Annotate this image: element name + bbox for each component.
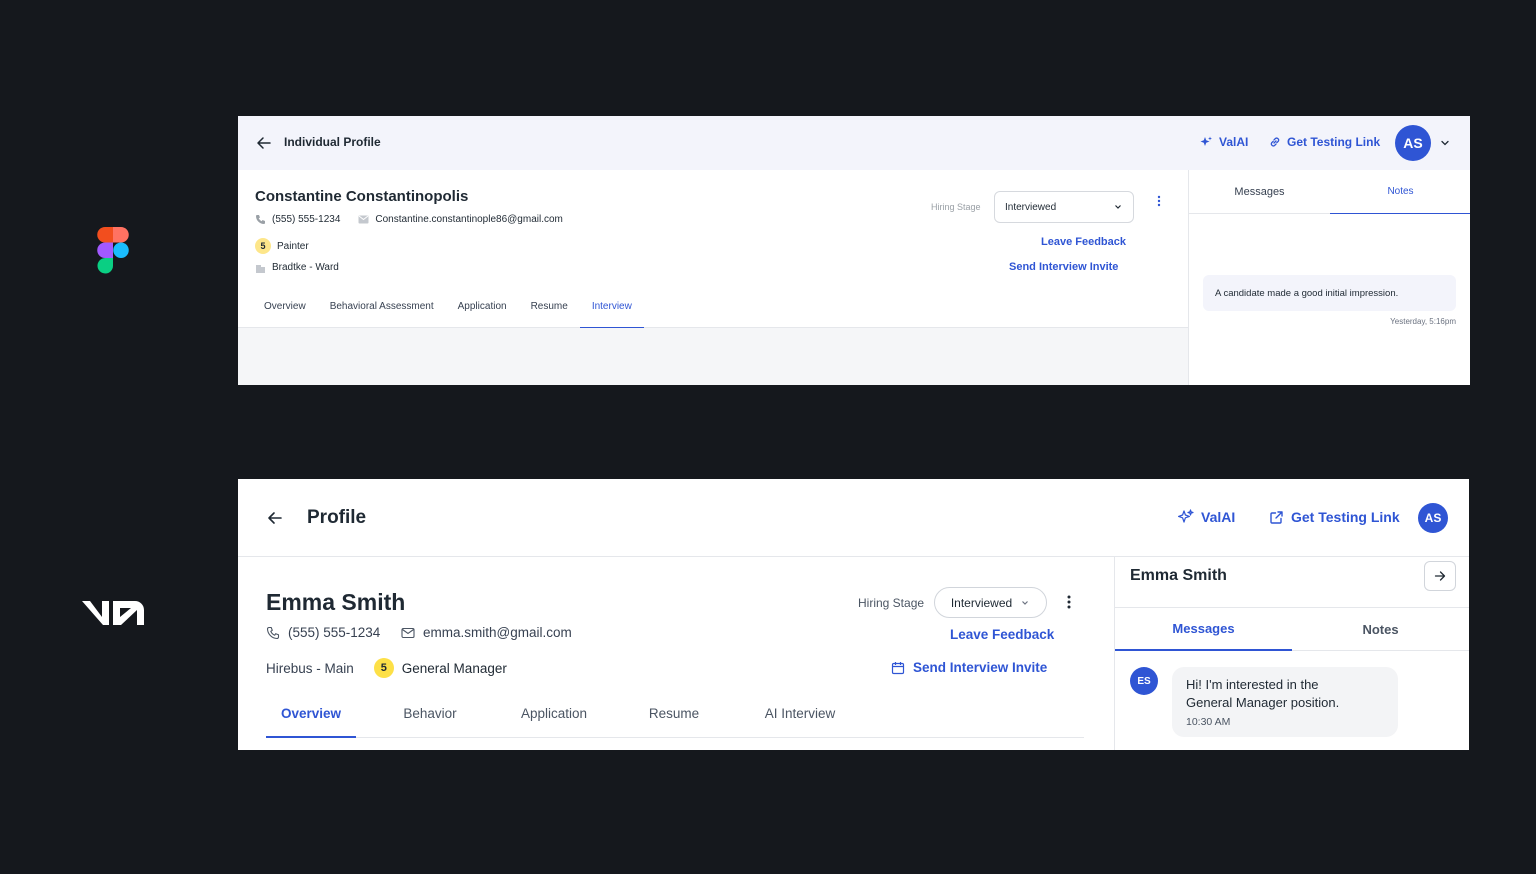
note-timestamp: Yesterday, 5:16pm	[1390, 317, 1456, 326]
phone-text: (555) 555-1234	[272, 214, 341, 225]
candidate-name: Constantine Constantinopolis	[255, 188, 469, 205]
candidate-name: Emma Smith	[266, 589, 406, 615]
tab-ai-interview[interactable]: AI Interview	[738, 698, 862, 738]
note-card: A candidate made a good initial impressi…	[1203, 275, 1456, 311]
profile-frame-v2: Profile ValAI Get Testing Link AS Emma S…	[238, 479, 1469, 750]
valai-button[interactable]: ValAI	[1178, 509, 1235, 525]
more-options-icon[interactable]	[1155, 194, 1163, 208]
side-panel: Emma Smith Messages Notes ES Hi! I'm int…	[1114, 557, 1469, 750]
email-text: Constantine.constantinople86@gmail.com	[375, 214, 563, 225]
tab-messages[interactable]: Messages	[1115, 608, 1292, 651]
tab-overview[interactable]: Overview	[252, 294, 318, 328]
score-badge: 5	[255, 238, 271, 254]
hiring-stage-value: Interviewed	[950, 595, 1013, 610]
avatar[interactable]: AS	[1418, 503, 1448, 533]
v0-logo-icon	[82, 598, 144, 628]
leave-feedback-link[interactable]: Leave Feedback	[950, 627, 1054, 642]
hiring-stage-label: Hiring Stage	[858, 596, 925, 610]
tab-interview[interactable]: Interview	[579, 294, 644, 328]
avatar[interactable]: AS	[1395, 125, 1431, 161]
sender-avatar: ES	[1130, 667, 1158, 695]
tab-behavior[interactable]: Behavior	[383, 698, 477, 738]
valai-label: ValAI	[1201, 509, 1236, 525]
sparkle-icon	[1178, 509, 1194, 525]
more-options-icon[interactable]	[1065, 594, 1073, 610]
tab-application[interactable]: Application	[446, 294, 519, 328]
mail-icon	[401, 627, 415, 639]
sparkle-icon	[1200, 136, 1213, 149]
role-text: General Manager	[401, 660, 507, 676]
role-row: 5 Painter	[255, 238, 309, 254]
chevron-down-icon	[1113, 202, 1123, 212]
get-testing-link-label: Get Testing Link	[1287, 135, 1381, 149]
phone-text: (555) 555-1234	[288, 625, 381, 640]
phone-icon	[255, 214, 266, 225]
mail-icon	[358, 215, 369, 224]
tab-overview[interactable]: Overview	[266, 698, 356, 738]
back-arrow-icon[interactable]	[255, 134, 273, 152]
phone-icon	[266, 626, 280, 640]
valai-button[interactable]: ValAI	[1200, 135, 1248, 149]
calendar-icon	[891, 661, 905, 675]
location-text: Bradtke - Ward	[272, 262, 339, 273]
side-panel: Messages Notes A candidate made a good i…	[1188, 170, 1470, 385]
leave-feedback-link[interactable]: Leave Feedback	[1041, 236, 1126, 248]
location-role-row: Hirebus - Main 5 General Manager	[266, 658, 507, 678]
message-bubble: Hi! I'm interested in the General Manage…	[1172, 667, 1398, 737]
chevron-down-icon[interactable]	[1439, 137, 1451, 149]
send-interview-invite-button[interactable]: Send Interview Invite	[891, 660, 1047, 675]
profile-frame-v1: Individual Profile ValAI Get Testing Lin…	[238, 116, 1470, 385]
send-interview-invite-link[interactable]: Send Interview Invite	[1009, 261, 1118, 273]
hiring-stage-value: Interviewed	[1005, 201, 1057, 213]
collapse-panel-button[interactable]	[1424, 561, 1456, 591]
back-arrow-icon[interactable]	[266, 509, 284, 527]
figma-logo-icon	[97, 227, 129, 274]
message-line-2: General Manager position.	[1186, 695, 1340, 710]
tab-messages[interactable]: Messages	[1189, 170, 1330, 214]
hiring-stage-select[interactable]: Interviewed	[934, 587, 1047, 618]
tab-resume[interactable]: Resume	[519, 294, 580, 328]
location-text: Hirebus - Main	[266, 660, 354, 676]
phone-row: (555) 555-1234	[266, 625, 380, 640]
note-text: A candidate made a good initial impressi…	[1215, 287, 1399, 299]
hiring-stage-select[interactable]: Interviewed	[994, 191, 1134, 223]
external-link-icon	[1269, 510, 1284, 525]
email-text: emma.smith@gmail.com	[423, 625, 572, 640]
tab-behavioral-assessment[interactable]: Behavioral Assessment	[318, 294, 446, 328]
tab-notes[interactable]: Notes	[1292, 608, 1469, 651]
building-icon	[255, 263, 266, 273]
tab-application[interactable]: Application	[498, 698, 610, 738]
side-panel-name: Emma Smith	[1130, 567, 1227, 584]
link-icon	[1269, 136, 1281, 148]
location-row: Bradtke - Ward	[255, 262, 339, 273]
page-title: Profile	[307, 507, 367, 528]
role-text: Painter	[277, 240, 309, 252]
chevron-down-icon	[1020, 598, 1030, 608]
get-testing-link-button[interactable]: Get Testing Link	[1269, 509, 1400, 525]
side-panel-tabs: Messages Notes	[1115, 607, 1469, 651]
tab-notes[interactable]: Notes	[1330, 170, 1470, 214]
profile-tabs: Overview Behavior Application Resume AI …	[266, 698, 1084, 738]
valai-label: ValAI	[1219, 135, 1249, 149]
send-interview-invite-label: Send Interview Invite	[913, 660, 1048, 675]
get-testing-link-button[interactable]: Get Testing Link	[1269, 135, 1380, 149]
tab-resume[interactable]: Resume	[632, 698, 716, 738]
message-timestamp: 10:30 AM	[1186, 716, 1231, 728]
message-line-1: Hi! I'm interested in the	[1186, 677, 1319, 692]
get-testing-link-label: Get Testing Link	[1291, 509, 1400, 525]
profile-tabs: Overview Behavioral Assessment Applicati…	[238, 294, 1188, 328]
arrow-right-icon	[1433, 569, 1447, 583]
content-area	[238, 328, 1188, 385]
page-title: Individual Profile	[284, 135, 381, 149]
score-badge: 5	[373, 658, 394, 678]
contact-row: (555) 555-1234 Constantine.constantinopl…	[255, 214, 563, 225]
hiring-stage-label: Hiring Stage	[931, 202, 981, 212]
email-row: emma.smith@gmail.com	[401, 625, 572, 640]
